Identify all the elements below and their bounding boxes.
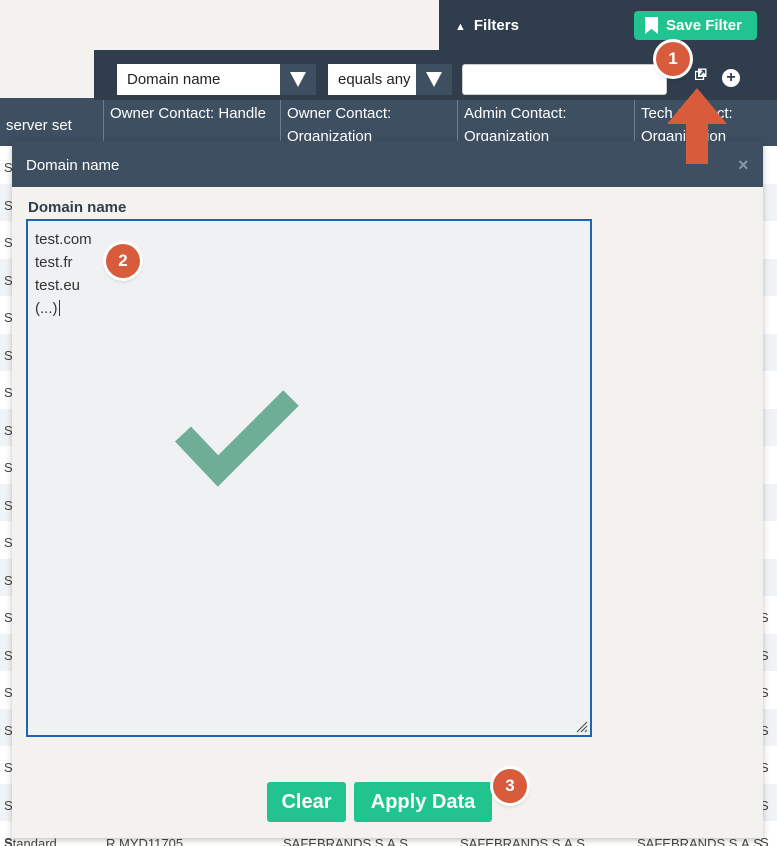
modal-title: Domain name	[26, 157, 120, 174]
table-cell: SAFEBRANDS S.A.S	[460, 838, 585, 846]
bookmark-icon	[645, 17, 658, 34]
table-cell: R MYD11705	[106, 838, 184, 846]
add-filter-icon[interactable]: +	[722, 69, 740, 87]
table-cell: SAFEBRANDS S.A.S	[637, 838, 762, 846]
callout-badge-2: 2	[106, 244, 140, 278]
close-icon[interactable]: ×	[738, 155, 749, 176]
table-cell: SAFEBRANDS S.A.S	[283, 838, 408, 846]
table-row[interactable]: Standard R MYD11705 SAFEBRANDS S.A.S SAF…	[0, 838, 777, 846]
arrow-up-icon	[667, 88, 727, 164]
column-header-admin-org[interactable]: Admin Contact: Organization	[458, 98, 635, 146]
callout-badge-3: 3	[493, 769, 527, 803]
table-header: server set Owner Contact: Handle Owner C…	[0, 98, 777, 146]
resize-handle-icon[interactable]	[574, 719, 588, 733]
domain-list-textarea[interactable]: test.com test.fr test.eu (...)	[26, 219, 592, 737]
column-header-server-set[interactable]: server set	[0, 98, 104, 146]
save-filter-label: Save Filter	[666, 17, 742, 34]
textarea-line: (...)	[35, 300, 60, 317]
operator-select-value: equals any	[338, 71, 411, 88]
operator-select[interactable]: equals any	[328, 64, 452, 95]
table-cell: Standard	[4, 838, 57, 846]
field-select[interactable]: Domain name	[117, 64, 316, 95]
column-header-owner-org[interactable]: Owner Contact: Organization	[281, 98, 458, 146]
expand-popup-icon[interactable]	[695, 68, 707, 80]
modal-header: Domain name ×	[12, 141, 763, 187]
text-caret	[58, 300, 60, 316]
filters-toggle[interactable]: ▲ Filters	[455, 17, 519, 34]
field-select-value: Domain name	[127, 71, 221, 88]
column-header-owner-handle[interactable]: Owner Contact: Handle	[104, 98, 281, 146]
checkmark-icon	[175, 390, 299, 487]
textarea-line-text: (...)	[35, 300, 58, 317]
save-filter-button[interactable]: Save Filter	[634, 11, 757, 40]
textarea-line: test.eu	[35, 277, 81, 294]
triangle-up-icon: ▲	[455, 21, 466, 33]
filters-panel: ▲ Filters Save Filter	[439, 0, 777, 52]
apply-data-button[interactable]: Apply Data	[354, 782, 492, 822]
domain-name-modal: Domain name × Domain name test.com test.…	[12, 141, 763, 838]
textarea-line: test.fr	[35, 254, 73, 271]
chevron-down-icon[interactable]	[416, 64, 452, 95]
filters-title: Filters	[473, 17, 519, 34]
textarea-line: test.com	[35, 231, 92, 248]
chevron-down-icon[interactable]	[280, 64, 316, 95]
callout-badge-1: 1	[656, 42, 690, 76]
filter-value-input[interactable]	[462, 64, 667, 95]
clear-button[interactable]: Clear	[267, 782, 346, 822]
field-label: Domain name	[28, 199, 127, 216]
